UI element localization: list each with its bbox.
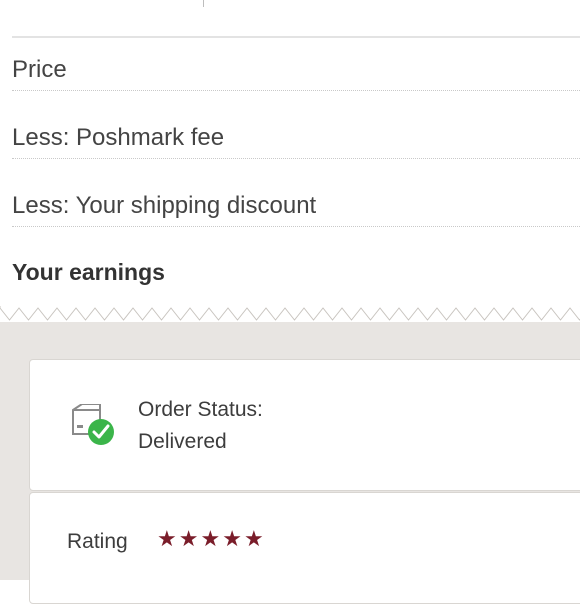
order-status-label: Order Status: — [138, 398, 263, 421]
poshmark-fee-label: Less: Poshmark fee — [12, 124, 225, 151]
star-icon: ★ — [200, 526, 221, 551]
divider-tick — [203, 0, 204, 7]
order-status-card[interactable]: Order Status: Delivered — [29, 359, 580, 491]
rating-label: Rating — [67, 530, 128, 553]
star-icon: ★ — [222, 526, 242, 551]
price-row: Price — [12, 50, 580, 91]
rating-card[interactable]: Rating ★ ★ ★ ★ ★ — [29, 492, 580, 604]
star-icon: ★ — [178, 526, 199, 551]
delivered-box-icon — [70, 403, 116, 453]
shipping-discount-label: Less: Your shipping discount — [12, 192, 317, 219]
shipping-discount-row: Less: Your shipping discount — [12, 186, 580, 227]
earnings-row: Your earnings — [12, 252, 580, 292]
order-status-value: Delivered — [138, 430, 227, 453]
earnings-label: Your earnings — [12, 258, 165, 285]
star-icon: ★ — [243, 526, 264, 551]
receipt-torn-edge — [0, 306, 580, 321]
price-label: Price — [12, 56, 67, 83]
earnings-summary: Price Less: Poshmark fee Less: Your ship… — [0, 0, 580, 330]
star-icon: ★ — [157, 526, 177, 551]
rating-stars: ★ ★ ★ ★ ★ — [157, 527, 264, 551]
poshmark-fee-row: Less: Poshmark fee — [12, 118, 580, 159]
section-divider — [12, 36, 580, 38]
